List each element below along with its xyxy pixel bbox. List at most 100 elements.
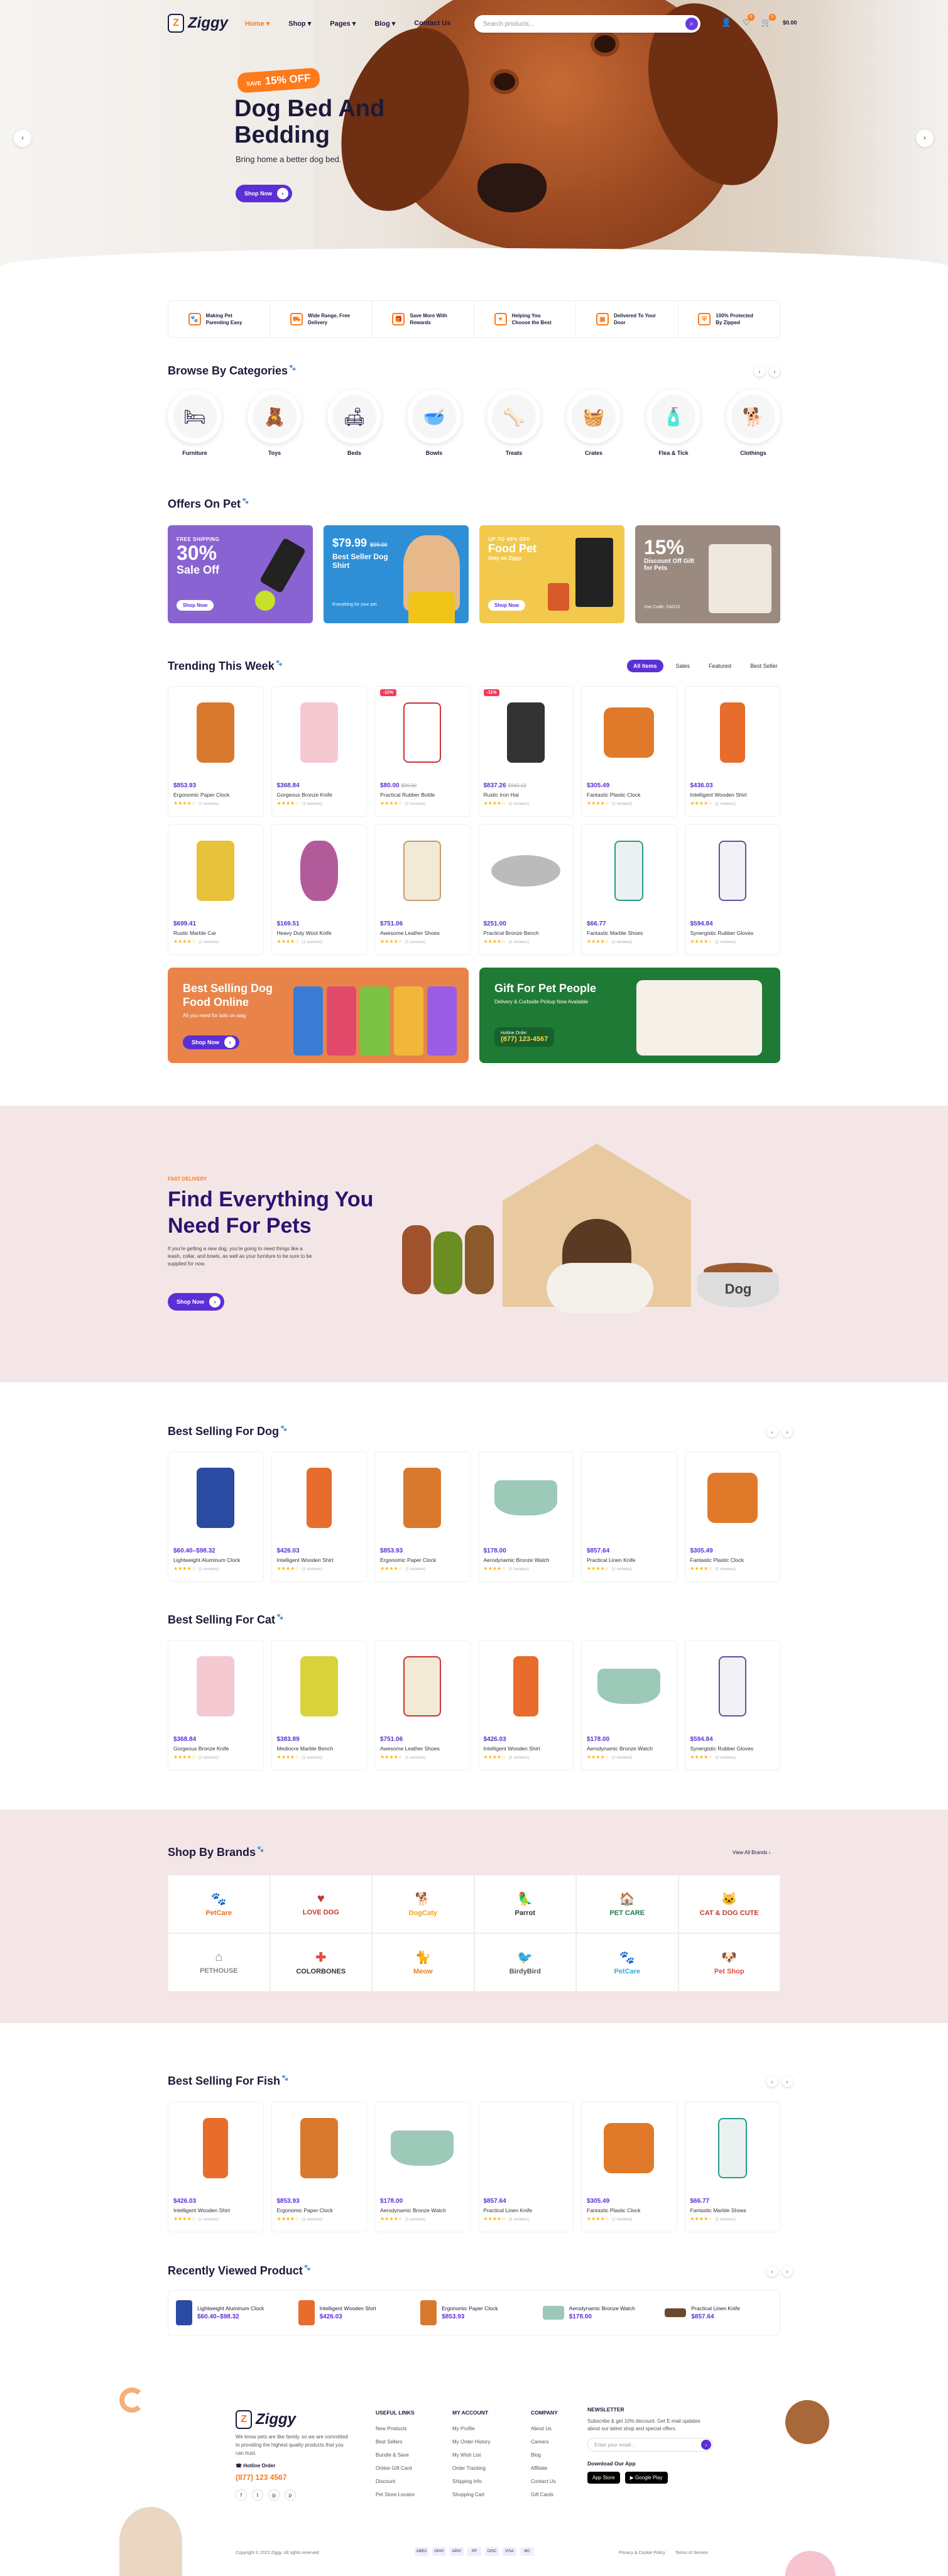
prev-arrow[interactable]: ‹	[766, 2266, 778, 2277]
prev-arrow[interactable]: ‹	[766, 1426, 778, 1438]
category-bowls[interactable]: 🥣 Bowls	[407, 390, 461, 456]
product-card[interactable]: $751.06 Awesome Leather Shoes ★★★★☆ (1 revi…	[374, 824, 471, 955]
recent-item[interactable]: Practical Linen Knife $857.64	[657, 2291, 780, 2335]
brand-logo[interactable]: 🐾 PetCare	[576, 1933, 678, 1992]
footer-link[interactable]: About Us	[531, 2422, 558, 2435]
footer-link[interactable]: Discount	[376, 2475, 415, 2488]
product-card[interactable]: -11% $837.26 $942.13 Rustic Iron Hat ★★★★☆ (1…	[477, 686, 574, 817]
footer-link[interactable]: Contact Us	[531, 2475, 558, 2488]
product-card[interactable]: -11% $80.00 $90.00 Practical Rubber Bottle ★…	[374, 686, 471, 817]
hero-shop-button[interactable]: Shop Now ›	[236, 185, 292, 202]
product-card[interactable]: $699.41 Rustic Marble Car ★★★★☆ (1 reviews)	[168, 824, 264, 955]
category-flea-tick[interactable]: 🧴 Flea & Tick	[646, 390, 700, 456]
product-card[interactable]: $178.00 Aerodynamic Bronze Watch ★★★★☆ (1 r…	[374, 2102, 471, 2232]
product-card[interactable]: $66.77 Fantastic Marble Shoes ★★★★☆ (1 revi…	[684, 2102, 780, 2232]
hero-next-arrow[interactable]: ›	[916, 129, 934, 147]
search-input[interactable]: Search products... ⌕	[474, 15, 700, 33]
offer-card[interactable]: FREE SHIPPING 30% Sale Off Shop Now	[168, 525, 313, 623]
newsletter-email-input[interactable]: Enter your email... ›	[587, 2438, 713, 2452]
brand-logo[interactable]: ⌂ PETHOUSE	[168, 1933, 270, 1992]
recent-item[interactable]: Lightweight Aluminum Clock $60.40–$98.32	[168, 2291, 291, 2335]
category-crates[interactable]: 🧺 Crates	[567, 390, 621, 456]
category-treats[interactable]: 🦴 Treats	[487, 390, 541, 456]
footer-link[interactable]: Bundle & Save	[376, 2448, 415, 2462]
brand-logo[interactable]: 🐱 CAT & DOG CUTE	[678, 1875, 780, 1933]
footer-link[interactable]: Shopping Cart	[452, 2488, 490, 2501]
user-icon[interactable]: 👤	[721, 18, 731, 28]
terms-link[interactable]: Terms of Service	[675, 2551, 708, 2555]
footer-link[interactable]: Online Gift Card	[376, 2462, 415, 2475]
recent-item[interactable]: Ergonomic Paper Clock $853.93	[413, 2291, 535, 2335]
footer-logo[interactable]: Z Ziggy	[236, 2410, 296, 2429]
brand-logo[interactable]: 🐾 PetCare	[168, 1875, 270, 1933]
footer-link[interactable]: Gift Cards	[531, 2488, 558, 2501]
footer-link[interactable]: Pet Store Locator	[376, 2488, 415, 2501]
product-card[interactable]: $169.51 Heavy Duty Wool Knife ★★★★☆ (1 revi…	[271, 824, 367, 955]
brand-logo[interactable]: 🐦 BirdyBird	[474, 1933, 576, 1992]
brand-logo[interactable]: 🐈 Meow	[372, 1933, 474, 1992]
category-furniture[interactable]: 🛏 Furniture	[168, 390, 222, 456]
offer-card[interactable]: 15% Discount Off Gift for Pets Use Code:…	[635, 525, 780, 623]
footer-link[interactable]: Best Sellers	[376, 2435, 415, 2448]
footer-link[interactable]: My Profile	[452, 2422, 490, 2435]
promo-gift[interactable]: Gift For Pet People Delivery & Curbside …	[479, 968, 780, 1063]
product-card[interactable]: $66.77 Fantastic Marble Shoes ★★★★☆ (1 revi…	[581, 824, 677, 955]
hero-prev-arrow[interactable]: ‹	[14, 129, 31, 147]
product-card[interactable]: $853.93 Ergonomic Paper Clock ★★★★☆ (1 revi…	[168, 686, 264, 817]
tab-featured[interactable]: Featured	[702, 660, 738, 672]
product-card[interactable]: $857.64 Practical Linen Knife ★★★★☆ (1 revi…	[477, 2102, 574, 2232]
recent-item[interactable]: Aerodynamic Bronze Watch $178.00	[535, 2291, 658, 2335]
next-arrow[interactable]: ›	[782, 1426, 793, 1438]
app-store-button[interactable]: App Store	[587, 2472, 620, 2484]
offer-card[interactable]: $79.99 $99.00 Best Seller Dog Shirt Ever…	[324, 525, 469, 623]
product-card[interactable]: $853.93 Ergonomic Paper Clock ★★★★☆ (1 revi…	[374, 1451, 471, 1582]
facebook-icon[interactable]: f	[236, 2489, 247, 2501]
footer-link[interactable]: Shipping Info	[452, 2475, 490, 2488]
promo-shop-button[interactable]: Shop Now ›	[183, 1035, 239, 1049]
twitter-icon[interactable]: t	[252, 2489, 263, 2501]
pinterest-icon[interactable]: p	[285, 2489, 296, 2501]
footer-link[interactable]: Blog	[531, 2448, 558, 2462]
tab-all-items[interactable]: All Items	[627, 660, 663, 672]
brand-logo[interactable]: 🐶 Pet Shop	[678, 1933, 780, 1992]
prev-arrow[interactable]: ‹	[766, 2076, 778, 2087]
prev-arrow[interactable]: ‹	[754, 366, 765, 377]
search-icon[interactable]: ⌕	[685, 18, 698, 30]
instagram-icon[interactable]: ◎	[268, 2489, 280, 2501]
product-card[interactable]: $305.49 Fantastic Plastic Clock ★★★★☆ (1 re…	[581, 686, 677, 817]
tab-sales[interactable]: Sales	[670, 660, 697, 672]
nav-pages[interactable]: Pages ▾	[330, 19, 356, 28]
google-play-button[interactable]: ▶ Google Play	[624, 2472, 668, 2484]
footer-link[interactable]: Careers	[531, 2435, 558, 2448]
offer-card[interactable]: UP TO 40% OFF Food Pet Only on Ziggy Sho…	[479, 525, 624, 623]
category-beds[interactable]: 🛋 Beds	[327, 390, 381, 456]
footer-link[interactable]: Affiliate	[531, 2462, 558, 2475]
product-card[interactable]: $857.64 Practical Linen Knife ★★★★☆ (1 revi…	[581, 1451, 677, 1582]
product-card[interactable]: $751.06 Awesome Leather Shoes ★★★★☆ (1 revi…	[374, 1640, 471, 1771]
nav-shop[interactable]: Shop ▾	[288, 19, 311, 28]
footer-link[interactable]: Order Tracking	[452, 2462, 490, 2475]
view-all-brands-link[interactable]: View All Brands ›	[733, 1850, 770, 1855]
product-card[interactable]: $178.00 Aerodynamic Bronze Watch ★★★★☆ (1 r…	[477, 1451, 574, 1582]
product-card[interactable]: $251.00 Practical Bronze Bench ★★★★☆ (1 rev…	[477, 824, 574, 955]
send-icon[interactable]: ›	[701, 2440, 711, 2450]
offer-shop-button[interactable]: Shop Now	[177, 600, 214, 611]
product-card[interactable]: $594.84 Synergistic Rubber Gloves ★★★★☆ (1 …	[684, 824, 780, 955]
product-card[interactable]: $594.84 Synergistic Rubber Gloves ★★★★☆ (1 …	[684, 1640, 780, 1771]
product-card[interactable]: $426.03 Intelligent Wooden Shirt ★★★★☆ (1 r…	[477, 1640, 574, 1771]
promo-dog-food[interactable]: Best Selling Dog Food Online All you nee…	[168, 968, 469, 1063]
cart-icon[interactable]: 🛒 0	[761, 14, 776, 28]
product-card[interactable]: $383.89 Mediocre Marble Bench ★★★★☆ (1 revi…	[271, 1640, 367, 1771]
category-clothings[interactable]: 🐕 Clothings	[726, 390, 780, 456]
product-card[interactable]: $305.49 Fantastic Plastic Clock ★★★★☆ (1 re…	[684, 1451, 780, 1582]
brand-logo[interactable]: ♥ LOVE DOG	[270, 1875, 372, 1933]
category-toys[interactable]: 🧸 Toys	[248, 390, 302, 456]
product-card[interactable]: $178.00 Aerodynamic Bronze Watch ★★★★☆ (1 r…	[581, 1640, 677, 1771]
offer-shop-button[interactable]: Shop Now	[488, 600, 526, 611]
nav-blog[interactable]: Blog ▾	[374, 19, 395, 28]
product-card[interactable]: $426.03 Intelligent Wooden Shirt ★★★★☆ (1 r…	[168, 2102, 264, 2232]
product-card[interactable]: $436.03 Intelligent Wooden Shirt ★★★★☆ (1 r…	[684, 686, 780, 817]
privacy-link[interactable]: Privacy & Cookie Policy	[619, 2551, 665, 2555]
product-card[interactable]: $368.84 Gorgeous Bronze Knife ★★★★☆ (1 revi…	[168, 1640, 264, 1771]
next-arrow[interactable]: ›	[782, 2076, 793, 2087]
